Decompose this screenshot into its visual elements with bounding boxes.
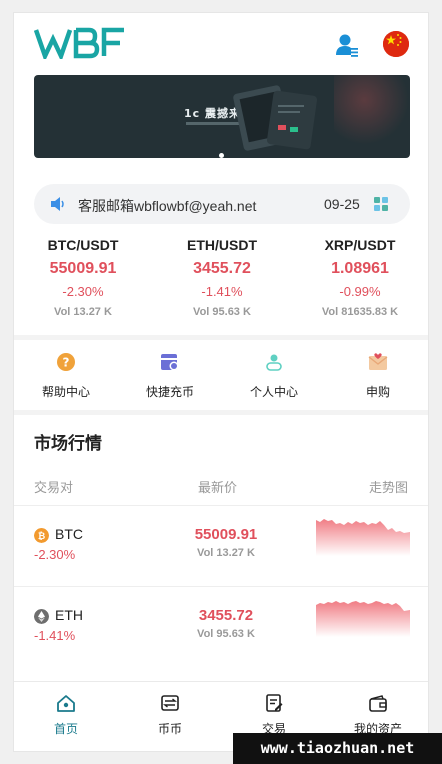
user-icon[interactable] xyxy=(336,33,358,57)
grid-icon[interactable] xyxy=(374,197,388,211)
coin-volume: Vol 13.27 K xyxy=(197,547,255,559)
coin-price: 55009.91 xyxy=(194,526,258,543)
market-row-eth[interactable]: ETH -1.41% 3455.72 Vol 95.63 K xyxy=(14,586,428,666)
wallet-icon xyxy=(369,695,387,712)
help-icon: ? xyxy=(57,353,75,371)
notice-bar[interactable]: 客服邮箱wbflowbf@yeah.net 09-25 xyxy=(34,184,410,224)
column-header-pair: 交易对 xyxy=(34,480,74,495)
coin-change: -2.30% xyxy=(34,547,76,562)
watermark: www.tiaozhuan.net xyxy=(233,733,442,764)
ticker-change: -0.99% xyxy=(339,284,381,299)
banner-glow xyxy=(334,75,410,158)
bitcoin-icon: ₿ xyxy=(34,528,49,543)
coin-exchange-icon xyxy=(161,695,179,711)
speaker-icon xyxy=(51,197,64,211)
market-title: 市场行情 xyxy=(34,434,102,453)
coin-name: ETH xyxy=(55,607,83,623)
market-row-btc[interactable]: ₿ BTC -2.30% 55009.91 Vol 13.27 K xyxy=(14,505,428,585)
ticker-btc[interactable]: BTC/USDT 55009.91 -2.30% Vol 13.27 K xyxy=(14,235,152,320)
menu-label: 个人中心 xyxy=(249,385,298,399)
coin-name: BTC xyxy=(55,526,83,542)
notice-date: 09-25 xyxy=(324,196,360,212)
svg-text:₿: ₿ xyxy=(38,531,45,542)
menu-profile[interactable]: 个人中心 xyxy=(222,340,326,410)
tab-label: 币币 xyxy=(157,722,182,736)
ticker-strip: BTC/USDT 55009.91 -2.30% Vol 13.27 K ETH… xyxy=(14,235,428,333)
wbf-logo xyxy=(34,27,124,59)
tab-coin-exchange[interactable]: 币币 xyxy=(118,682,222,751)
menu-quick-deposit[interactable]: 快捷充币 xyxy=(118,340,222,410)
subscribe-icon xyxy=(368,353,388,370)
sparkline-btc xyxy=(316,519,410,556)
ticker-price: 55009.91 xyxy=(49,260,117,277)
coin-change: -1.41% xyxy=(34,628,76,643)
ticker-eth[interactable]: ETH/USDT 3455.72 -1.41% Vol 95.63 K xyxy=(153,235,291,320)
menu-label: 申购 xyxy=(365,385,390,399)
trade-icon xyxy=(266,694,283,712)
ticker-change: -2.30% xyxy=(62,284,104,299)
ticker-xrp[interactable]: XRP/USDT 1.08961 -0.99% Vol 81635.83 K xyxy=(291,235,428,320)
ticker-change: -1.41% xyxy=(201,284,243,299)
column-header-trend: 走势图 xyxy=(369,480,409,495)
profile-icon xyxy=(266,354,282,371)
svg-text:?: ? xyxy=(63,356,70,370)
ticker-volume: Vol 95.63 K xyxy=(193,306,251,318)
home-icon xyxy=(57,695,75,712)
coin-volume: Vol 95.63 K xyxy=(197,628,255,640)
ethereum-icon xyxy=(34,609,49,624)
notice-text: 客服邮箱wbflowbf@yeah.net xyxy=(78,198,257,214)
deposit-icon xyxy=(161,354,179,371)
ticker-pair: ETH/USDT xyxy=(187,237,257,253)
section-divider xyxy=(14,410,428,415)
sparkline-eth xyxy=(316,601,410,637)
menu-help-center[interactable]: ? 帮助中心 xyxy=(14,340,118,410)
promo-banner[interactable]: 1c 震撼来袭 xyxy=(34,75,410,158)
banner-phone-image xyxy=(233,85,318,151)
app-screen: 1c 震撼来袭 客服邮箱wbflowbf@yeah.net 09-25 BTC/… xyxy=(13,12,429,752)
ticker-price: 1.08961 xyxy=(331,260,389,277)
menu-subscribe[interactable]: 申购 xyxy=(326,340,428,410)
carousel-indicator[interactable] xyxy=(219,153,224,158)
coin-price: 3455.72 xyxy=(198,607,254,624)
china-flag-icon[interactable] xyxy=(383,31,409,57)
header xyxy=(14,13,428,73)
column-header-price: 最新价 xyxy=(198,480,238,495)
ticker-volume: Vol 81635.83 K xyxy=(321,306,399,318)
tab-home[interactable]: 首页 xyxy=(14,682,118,751)
menu-label: 快捷充币 xyxy=(145,385,194,399)
ticker-pair: BTC/USDT xyxy=(47,237,119,253)
ticker-pair: XRP/USDT xyxy=(324,237,396,253)
ticker-price: 3455.72 xyxy=(193,260,251,277)
quick-menu: ? 帮助中心 快捷充币 个人中心 申购 xyxy=(14,340,428,410)
tab-label: 首页 xyxy=(53,722,78,736)
menu-label: 帮助中心 xyxy=(41,385,90,399)
ticker-volume: Vol 13.27 K xyxy=(54,306,112,318)
